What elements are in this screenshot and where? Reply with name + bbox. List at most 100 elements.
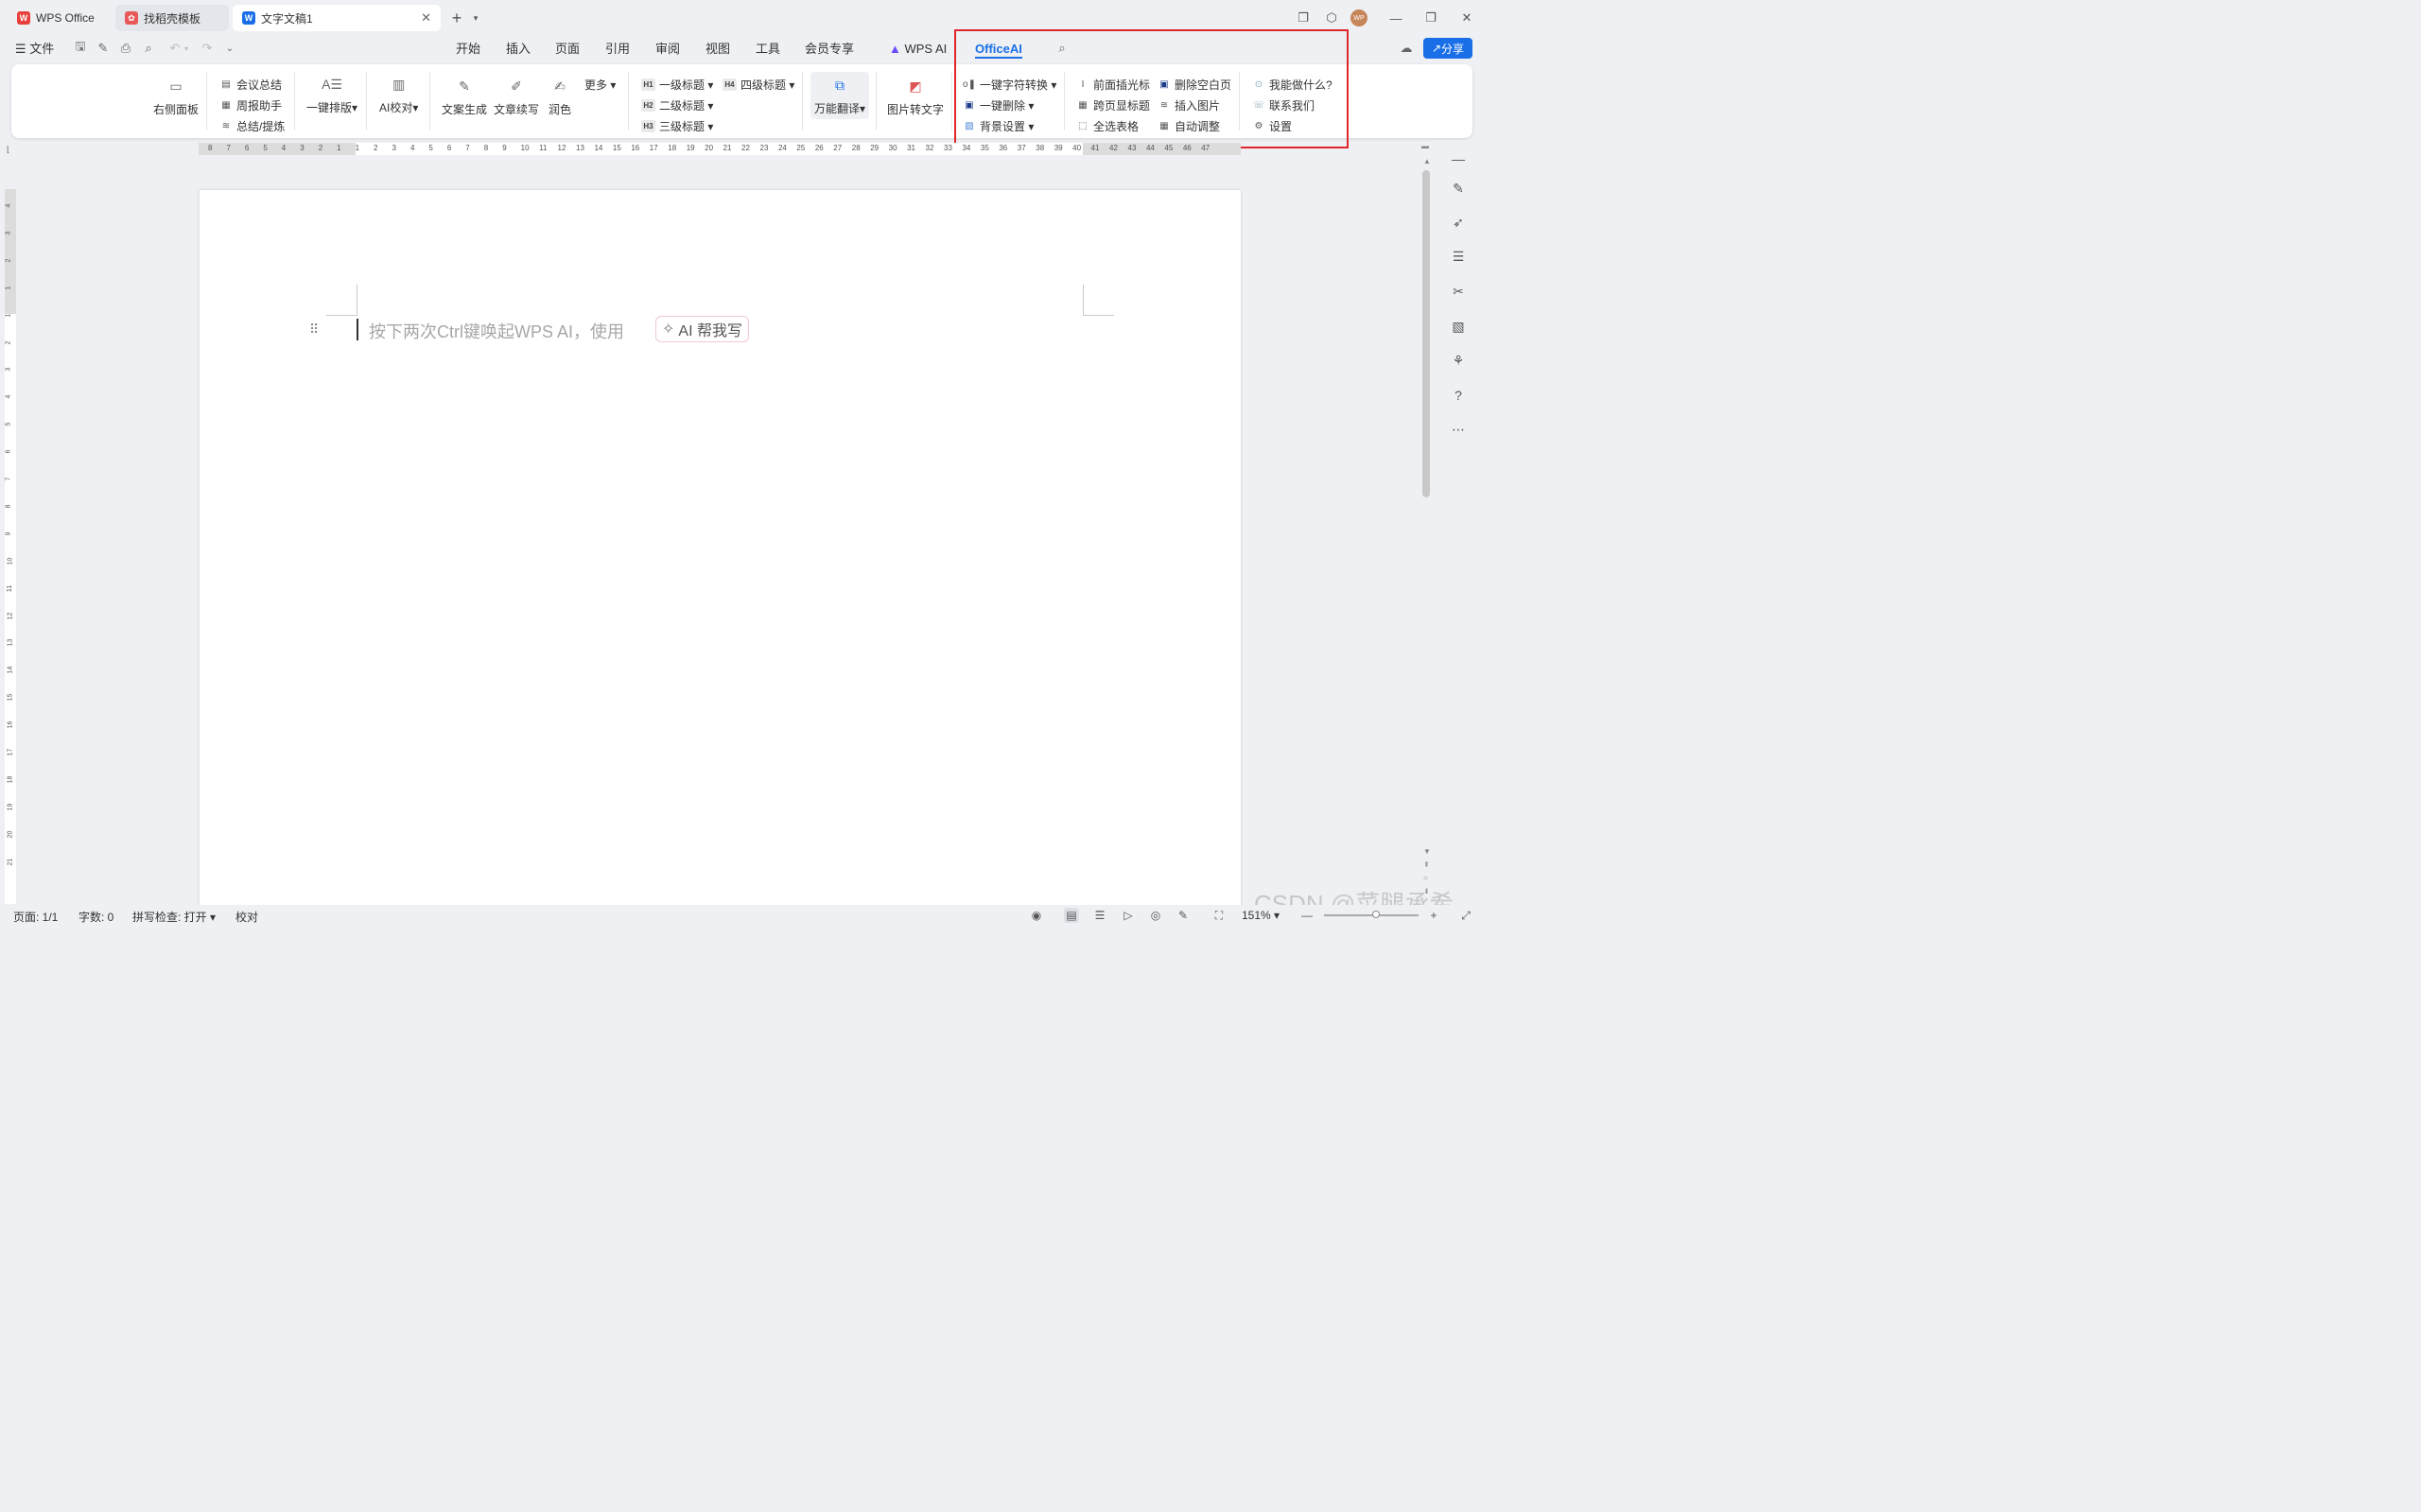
file-menu[interactable]: ☰ 文件 [15, 40, 54, 59]
tab-docer-templates[interactable]: ✿ 找稻壳模板 [115, 5, 229, 31]
chevron-down-icon: ▾ [786, 78, 795, 92]
heading-1-button[interactable]: H1 一级标题 ▾ [641, 77, 713, 93]
spell-check-toggle[interactable]: 拼写检查: 打开 ▾ [132, 909, 216, 925]
more-label: 更多 [584, 78, 608, 92]
play-icon[interactable]: ▷ [1121, 908, 1136, 923]
ruler-tick-label: 25 [796, 144, 806, 152]
ruler-toggle-icon[interactable]: ▬ [1421, 142, 1429, 150]
ruler-tick-label: 17 [7, 748, 14, 756]
menu-page[interactable]: 页面 [555, 40, 580, 59]
window-layout-icon[interactable]: ❐ [1293, 8, 1314, 28]
page-view-icon[interactable]: ▤ [1064, 908, 1079, 923]
copy-generation-button[interactable]: ✎ 文案生成 [442, 76, 487, 117]
fullscreen-icon[interactable]: ⤢ [1458, 908, 1473, 923]
share-button[interactable]: ↗ 分享 [1423, 38, 1472, 59]
zoom-out-icon[interactable]: — [1299, 908, 1315, 923]
prev-page-icon[interactable]: ⇞ [1423, 860, 1430, 869]
ruler-tick-label: 35 [980, 144, 989, 152]
collapse-icon[interactable]: — [1449, 149, 1468, 168]
horizontal-ruler[interactable]: 8 7 6 5 4 3 2 1 1 2 3 4 5 6 7 8 9 10 11 12 13 14 15 16 17 18 19 20 2… [199, 143, 1241, 155]
right-panel-button[interactable]: ▭ 右侧面板 [153, 76, 199, 117]
vertical-scrollbar[interactable]: ▬ ▲ ▼ ⇞ ○ ⇟ [1421, 140, 1433, 906]
writing-mode-icon[interactable]: ✎ [1176, 908, 1191, 923]
chevron-down-icon: ▾ [860, 102, 866, 115]
image-edit-icon[interactable]: ▧ [1449, 317, 1468, 336]
weekly-helper-button[interactable]: ▦ 周报助手 [219, 97, 282, 113]
pointer-icon[interactable]: ➶ [1449, 213, 1468, 232]
page-count[interactable]: 页面: 1/1 [13, 909, 58, 925]
new-tab-icon[interactable]: + [446, 8, 467, 28]
menu-home[interactable]: 开始 [456, 40, 480, 59]
menu-member[interactable]: 会员专享 [805, 40, 854, 59]
menu-reference[interactable]: 引用 [605, 40, 630, 59]
print-preview-icon[interactable]: ⌕ [140, 40, 157, 57]
scrollbar-thumb[interactable] [1422, 170, 1430, 497]
polish-button[interactable]: ✍ 润色 [549, 76, 571, 117]
divider [876, 72, 877, 130]
menu-wps-ai[interactable]: ▲ WPS AI [889, 40, 947, 59]
restore-icon[interactable]: ❐ [1420, 8, 1441, 28]
close-window-icon[interactable]: ✕ [1456, 8, 1477, 28]
print-icon[interactable]: ⎙ [117, 40, 134, 57]
proofread-status[interactable]: 校对 [235, 909, 258, 925]
h2-icon: H2 [641, 99, 655, 112]
customize-chevron-icon[interactable]: ⌄ [221, 40, 238, 57]
sliders-icon[interactable]: ☰ [1449, 247, 1468, 266]
tools-icon[interactable]: ✂ [1449, 282, 1468, 301]
zoom-in-icon[interactable]: + [1426, 908, 1441, 923]
more-icon[interactable]: ⋯ [1449, 420, 1468, 439]
cube-icon[interactable]: ⬡ [1321, 8, 1342, 28]
heading-3-button[interactable]: H3 三级标题 ▾ [641, 118, 713, 134]
translate-button[interactable]: ⧉ 万能翻译▾ [810, 72, 870, 119]
menu-view[interactable]: 视图 [705, 40, 730, 59]
eye-icon[interactable]: ◉ [1029, 908, 1044, 923]
vertical-ruler[interactable]: 4 3 2 1 1 2 3 4 5 6 7 8 9 10 11 12 13 14 15 16 17 18 19 20 21 [5, 189, 16, 904]
ruler-tick-label: 33 [944, 144, 952, 152]
heading-2-button[interactable]: H2 二级标题 ▾ [641, 97, 713, 113]
outline-view-icon[interactable]: ☰ [1092, 908, 1107, 923]
help-icon[interactable]: ? [1449, 386, 1468, 405]
tab-document-1[interactable]: W 文字文稿1 ✕ [233, 5, 441, 31]
menu-review[interactable]: 审阅 [655, 40, 680, 59]
scroll-down-icon[interactable]: ▼ [1423, 847, 1431, 856]
ai-write-button[interactable]: ✧ AI 帮我写 [655, 316, 749, 342]
ai-proofread-button[interactable]: ▥ AI校对▾ [379, 74, 418, 115]
zoom-level[interactable]: 151% ▾ [1242, 909, 1280, 922]
fit-page-icon[interactable]: ⛶ [1211, 908, 1227, 923]
ruler-tick-label: 44 [1145, 144, 1155, 152]
image-to-text-button[interactable]: ◩ 图片转文字 [887, 76, 944, 117]
tab-stop-icon[interactable]: ⌊ [7, 145, 10, 155]
scroll-up-icon[interactable]: ▲ [1423, 157, 1431, 165]
minimize-icon[interactable]: — [1385, 8, 1406, 28]
ruler-margin-left [199, 143, 356, 155]
tab-wps-office[interactable]: W WPS Office [8, 5, 112, 31]
ruler-tick-label: 34 [962, 144, 971, 152]
close-tab-icon[interactable]: ✕ [421, 10, 431, 26]
ruler-tick-label: 8 [208, 144, 213, 152]
heading-4-button[interactable]: H4 四级标题 ▾ [723, 77, 794, 93]
document-page[interactable] [200, 190, 1241, 909]
chevron-down-icon[interactable]: ▾ [465, 8, 486, 28]
undo-dropdown-icon[interactable]: ▾ [178, 40, 195, 57]
zoom-slider[interactable] [1324, 911, 1419, 918]
word-count[interactable]: 字数: 0 [78, 909, 113, 925]
summarize-button[interactable]: ≋ 总结/提炼 [219, 118, 286, 134]
drag-handle-icon[interactable]: ⠿ [309, 322, 319, 338]
shirt-icon[interactable]: ⚘ [1449, 351, 1468, 370]
avatar[interactable]: WP [1350, 9, 1367, 26]
select-browse-icon[interactable]: ○ [1423, 874, 1428, 882]
one-click-layout-button[interactable]: A☰ 一键排版▾ [306, 74, 357, 115]
zoom-slider-thumb[interactable] [1372, 911, 1380, 918]
format-painter-icon[interactable]: ✎ [95, 40, 112, 57]
menu-insert[interactable]: 插入 [506, 40, 531, 59]
redo-icon[interactable]: ↷ [199, 40, 216, 57]
pen-icon[interactable]: ✎ [1449, 179, 1468, 198]
cloud-upload-icon[interactable]: ☁ [1398, 40, 1415, 57]
article-continue-button[interactable]: ✐ 文章续写 [494, 76, 539, 117]
web-view-icon[interactable]: ◎ [1148, 908, 1163, 923]
heading-4-label: 四级标题 [740, 78, 787, 92]
menu-tools[interactable]: 工具 [756, 40, 780, 59]
more-button[interactable]: 更多 ▾ [584, 77, 616, 93]
save-icon[interactable]: 🖫 [72, 39, 89, 57]
meeting-summary-button[interactable]: ▤ 会议总结 [219, 77, 282, 93]
